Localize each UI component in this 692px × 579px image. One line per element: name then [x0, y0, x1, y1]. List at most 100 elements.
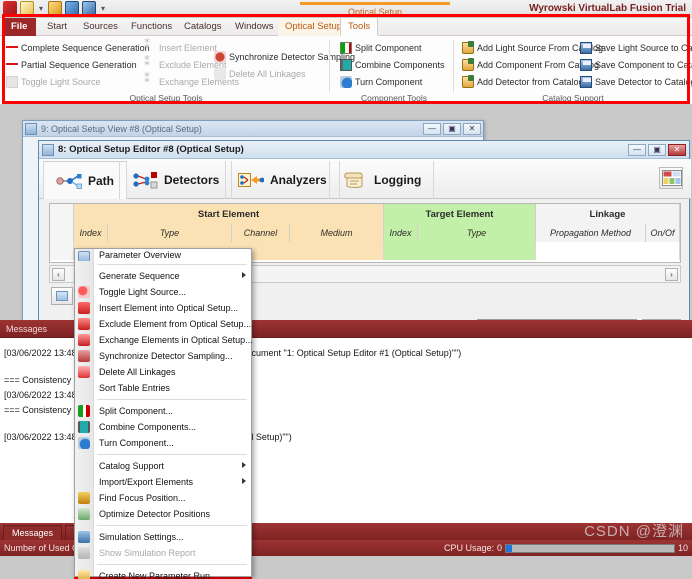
ribbon-button-combine-components[interactable]: Combine Components: [338, 56, 445, 73]
chevron-right-icon: [242, 272, 246, 278]
tab-path[interactable]: Path: [43, 161, 128, 199]
context-menu-item-find-focus-position[interactable]: Find Focus Position...: [75, 490, 251, 506]
context-menu-item-optimize-detector-positions[interactable]: Optimize Detector Positions: [75, 506, 251, 522]
table-group-header-target-element: Target Element: [384, 204, 536, 224]
close-button[interactable]: ✕: [463, 122, 481, 135]
table-col-on-off[interactable]: On/Of: [646, 224, 680, 242]
context-menu-item-sort-table-entries[interactable]: Sort Table Entries: [75, 380, 251, 396]
context-menu-item-exclude-element[interactable]: Exclude Element from Optical Setup...: [75, 316, 251, 332]
ribbon-label: Toggle Light Source: [21, 76, 101, 87]
maximize-button[interactable]: ▣: [648, 143, 666, 156]
table-col-medium[interactable]: Medium: [290, 224, 384, 242]
table-col-start-type[interactable]: Type: [108, 224, 232, 242]
context-menu-item-insert-element[interactable]: Insert Element into Optical Setup...: [75, 300, 251, 316]
row-target-element-cells[interactable]: [384, 242, 536, 260]
context-menu-item-split-component[interactable]: Split Component...: [75, 403, 251, 419]
ribbon-button-save-component-to-catalog[interactable]: Save Component to Catalog: [578, 56, 692, 73]
context-menu[interactable]: Parameter Overview Generate Sequence Tog…: [74, 248, 253, 579]
customize-caret-icon[interactable]: ▾: [99, 4, 107, 13]
ribbon-button-split-component[interactable]: Split Component: [338, 39, 445, 56]
context-menu-item-parameter-overview[interactable]: Parameter Overview: [75, 249, 251, 261]
table-col-start-index[interactable]: Index: [74, 224, 108, 242]
minimize-button[interactable]: —: [628, 143, 646, 156]
ribbon-group-title: Catalog Support: [542, 93, 604, 103]
exclude-element-icon: [78, 318, 90, 330]
open-icon[interactable]: [48, 1, 63, 15]
tab-path-label: Path: [88, 173, 115, 188]
grid-icon[interactable]: [82, 1, 97, 15]
table-view-toggle-button[interactable]: [659, 167, 683, 189]
ribbon-button-turn-component[interactable]: Turn Component: [338, 73, 445, 90]
context-menu-item-catalog-support[interactable]: Catalog Support: [75, 458, 251, 474]
context-menu-item-simulation-settings[interactable]: Simulation Settings...: [75, 529, 251, 545]
chevron-down-icon[interactable]: ▾: [37, 4, 45, 13]
editor-window-titlebar[interactable]: 8: Optical Setup Editor #8 (Optical Setu…: [39, 141, 689, 159]
insert-element-icon: [78, 302, 90, 314]
combine-components-icon: [78, 421, 90, 433]
table-col-propagation-method[interactable]: Propagation Method: [536, 224, 646, 242]
context-menu-item-import-export-elements[interactable]: Import/Export Elements: [75, 474, 251, 490]
save-icon[interactable]: [65, 1, 80, 15]
context-menu-item-toggle-light-source[interactable]: Toggle Light Source...: [75, 284, 251, 300]
messages-tab-messages[interactable]: Messages: [3, 525, 63, 540]
ribbon-tab-functions[interactable]: Functions: [124, 18, 179, 36]
ribbon-tab-start[interactable]: Start: [40, 18, 74, 36]
scroll-right-button[interactable]: ›: [665, 267, 678, 281]
ribbon-tab-sources[interactable]: Sources: [76, 18, 125, 36]
scroll-left-button[interactable]: ‹: [52, 267, 65, 281]
close-button[interactable]: ✕: [668, 143, 686, 156]
ribbon-tab-tools[interactable]: Tools: [340, 18, 379, 36]
table-col-channel[interactable]: Channel: [232, 224, 290, 242]
ribbon-button-save-light-source-to-catalog[interactable]: Save Light Source to Catalog: [578, 39, 692, 56]
ribbon: File Start Sources Functions Catalogs Wi…: [0, 18, 692, 104]
table-tool-icon: [56, 291, 68, 301]
context-menu-item-turn-component[interactable]: Turn Component...: [75, 435, 251, 451]
exchange-elements-icon: [78, 334, 90, 346]
ribbon-button-save-detector-to-catalog[interactable]: Save Detector to Catalog: [578, 73, 692, 90]
row-selector-cell[interactable]: [50, 242, 74, 260]
context-menu-item-label: Catalog Support: [99, 461, 165, 471]
new-icon[interactable]: [20, 1, 34, 15]
context-menu-item-label: Delete All Linkages: [99, 367, 176, 377]
app-icon[interactable]: [3, 1, 17, 15]
divider: [453, 40, 454, 92]
table-col-target-index[interactable]: Index: [384, 224, 418, 242]
delete-all-linkages-icon: [214, 67, 226, 80]
context-menu-item-exchange-elements[interactable]: Exchange Elements in Optical Setup...: [75, 332, 253, 348]
minimize-button[interactable]: —: [423, 122, 441, 135]
context-menu-item-show-simulation-report[interactable]: Show Simulation Report: [75, 545, 251, 561]
tab-analyzers[interactable]: Analyzers: [225, 161, 340, 199]
maximize-button[interactable]: ▣: [443, 122, 461, 135]
delete-all-linkages-icon: [78, 366, 90, 378]
row-linkage-cells[interactable]: [536, 242, 680, 260]
context-menu-item-label: Synchronize Detector Sampling...: [99, 351, 233, 361]
ribbon-tab-optical-setup[interactable]: Optical Setup: [278, 18, 350, 36]
context-menu-item-label: Exclude Element from Optical Setup...: [99, 319, 252, 329]
ribbon-tabbar: File Start Sources Functions Catalogs Wi…: [0, 18, 692, 36]
tab-detectors[interactable]: Detectors: [119, 161, 233, 199]
table-corner-cell: [50, 224, 74, 242]
ribbon-button-complete-sequence-generation[interactable]: Complete Sequence Generation: [4, 39, 150, 56]
context-menu-item-generate-sequence[interactable]: Generate Sequence: [75, 268, 251, 284]
analyzers-icon: [238, 170, 265, 190]
context-menu-item-combine-components[interactable]: Combine Components...: [75, 419, 251, 435]
context-tab-bar: [300, 2, 450, 5]
tab-logging[interactable]: Logging: [329, 161, 435, 199]
context-menu-item-label: Find Focus Position...: [99, 493, 186, 503]
context-menu-item-label: Turn Component...: [99, 438, 174, 448]
ribbon-tab-windows[interactable]: Windows: [228, 18, 281, 36]
ribbon-label: Turn Component: [355, 76, 423, 87]
context-menu-item-delete-all-linkages[interactable]: Delete All Linkages: [75, 364, 251, 380]
context-tab-label: Optical Setup: [347, 7, 403, 17]
table-group-header-row: Start Element Target Element Linkage: [50, 204, 680, 224]
context-menu-item-create-new-parameter-run[interactable]: Create New Parameter Run: [75, 568, 251, 579]
table-tool-button[interactable]: [51, 287, 73, 305]
ribbon-tab-file[interactable]: File: [4, 18, 36, 36]
context-menu-item-synchronize-detector-sampling[interactable]: Synchronize Detector Sampling...: [75, 348, 251, 364]
ribbon-button-toggle-light-source[interactable]: Toggle Light Source: [4, 73, 150, 90]
ribbon-tab-catalogs[interactable]: Catalogs: [177, 18, 229, 36]
ribbon-button-partial-sequence-generation[interactable]: Partial Sequence Generation: [4, 56, 150, 73]
table-col-target-type[interactable]: Type: [418, 224, 536, 242]
split-component-icon: [78, 405, 90, 417]
view-window-titlebar[interactable]: 9: Optical Setup View #8 (Optical Setup)…: [23, 121, 483, 137]
